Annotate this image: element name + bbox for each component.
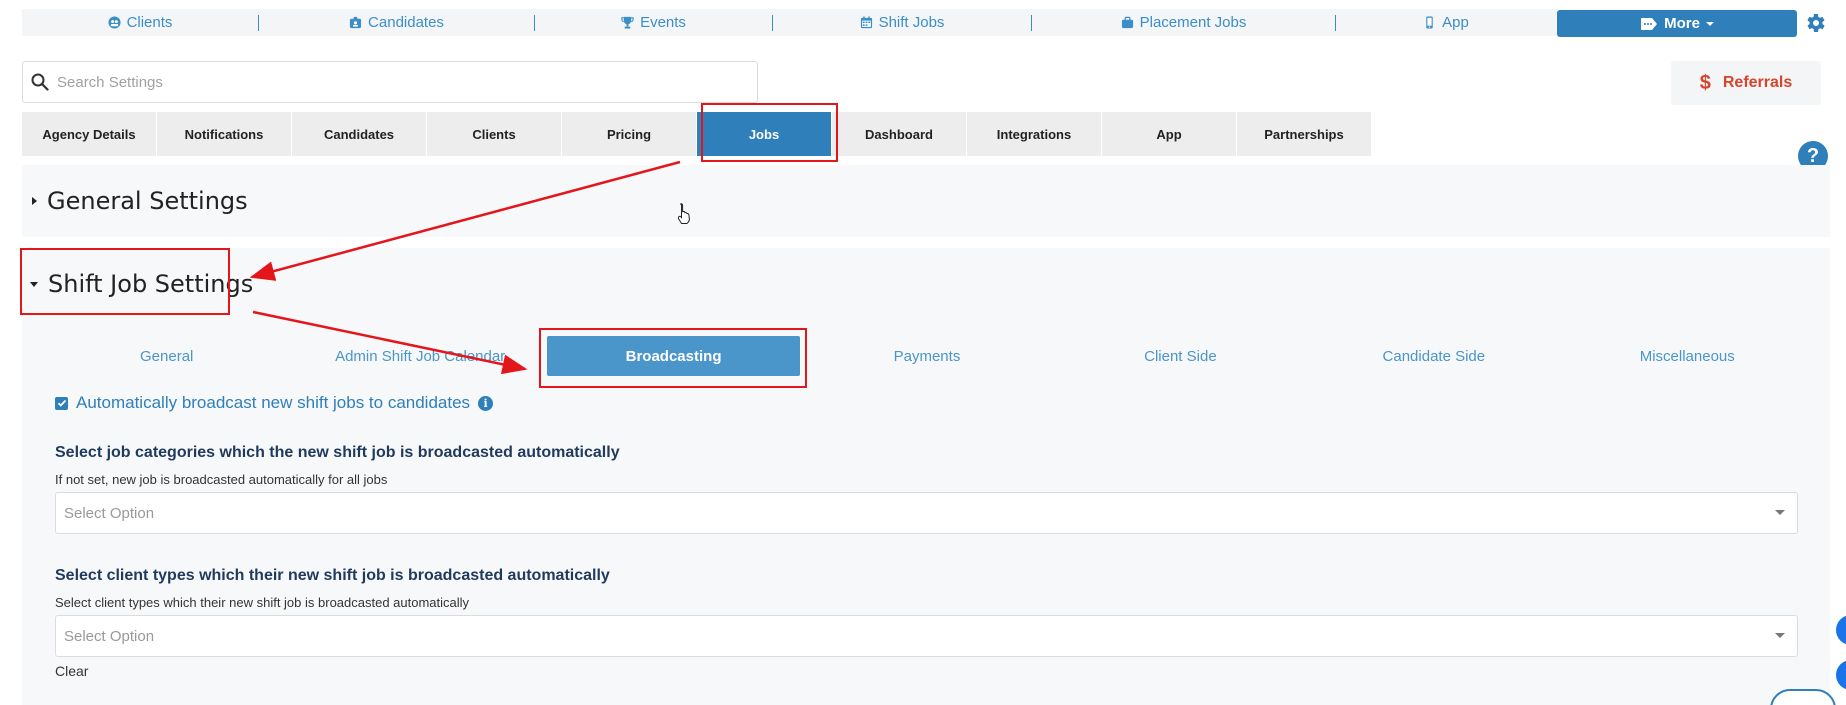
nav-candidates-label: Candidates [368,14,444,31]
subtab-general[interactable]: General [40,348,293,365]
auto-broadcast-checkbox[interactable] [55,396,68,410]
tab-dashboard[interactable]: Dashboard [832,112,967,156]
nav-clients[interactable]: Clients [22,9,258,36]
mobile-icon [1426,16,1433,29]
search-box [22,61,758,103]
nav-app[interactable]: App [1336,9,1556,36]
annotation-highlight-broadcasting [539,328,807,388]
chevron-down-icon [1705,21,1714,26]
general-settings-header[interactable]: General Settings [32,187,248,215]
referrals-label: Referrals [1722,74,1793,91]
nav-placement-jobs-label: Placement Jobs [1139,14,1247,31]
chat-widget-button[interactable] [1770,689,1836,705]
auto-broadcast-row: Automatically broadcast new shift jobs t… [55,393,494,413]
clear-link[interactable]: Clear [55,663,88,679]
nav-app-label: App [1442,14,1469,31]
referrals-button[interactable]: $ Referrals [1671,61,1821,105]
tab-partnerships[interactable]: Partnerships [1237,112,1372,156]
general-settings-title: General Settings [47,187,248,215]
floating-widget-button[interactable] [1836,660,1846,690]
nav-shift-jobs-label: Shift Jobs [878,14,945,31]
tab-pricing[interactable]: Pricing [562,112,697,156]
shift-job-subtabs: General Admin Shift Job Calendar Broadca… [40,336,1814,376]
tab-integrations[interactable]: Integrations [967,112,1102,156]
tab-clients[interactable]: Clients [427,112,562,156]
calendar-icon [860,16,872,29]
nav-events-label: Events [640,14,686,31]
job-categories-hint: If not set, new job is broadcasted autom… [55,472,388,487]
subtab-client-side[interactable]: Client Side [1054,348,1307,365]
top-nav: Clients Candidates Events Shift Jobs Pla… [22,9,1558,36]
more-button[interactable]: More [1557,10,1797,37]
tab-app[interactable]: App [1102,112,1237,156]
subtab-candidate-side[interactable]: Candidate Side [1307,348,1560,365]
clients-icon [108,16,121,29]
search-input[interactable] [57,73,737,91]
nav-events[interactable]: Events [535,9,772,36]
tab-notifications[interactable]: Notifications [157,112,292,156]
client-types-hint: Select client types which their new shif… [55,595,470,610]
tag-icon [1641,17,1658,30]
annotation-highlight-shift-job-settings [20,248,230,315]
subtab-payments[interactable]: Payments [800,348,1053,365]
job-categories-label: Select job categories which the new shif… [55,444,620,461]
gear-icon[interactable] [1803,11,1827,35]
dollar-icon: $ [1699,71,1711,94]
nav-placement-jobs[interactable]: Placement Jobs [1032,9,1335,36]
search-icon [31,73,49,91]
subtab-miscellaneous[interactable]: Miscellaneous [1561,348,1814,365]
dropdown-arrow-icon [1775,633,1785,638]
auto-broadcast-label[interactable]: Automatically broadcast new shift jobs t… [76,393,470,413]
more-button-label: More [1664,15,1700,32]
info-icon[interactable]: i [478,395,494,411]
floating-widget-button[interactable] [1836,615,1846,645]
nav-shift-jobs[interactable]: Shift Jobs [773,9,1031,36]
subtab-admin-shift-job-calendar[interactable]: Admin Shift Job Calendar [293,348,546,365]
checkmark-icon [57,399,66,407]
client-types-label: Select client types which their new shif… [55,567,610,584]
dropdown-arrow-icon [1775,510,1785,515]
candidates-icon [349,16,362,29]
tab-candidates[interactable]: Candidates [292,112,427,156]
settings-tabs: Agency Details Notifications Candidates … [22,112,1372,156]
trophy-icon [621,16,634,29]
settings-page: Clients Candidates Events Shift Jobs Pla… [0,0,1846,705]
client-types-placeholder: Select Option [64,627,155,645]
annotation-highlight-jobs-tab [701,103,838,162]
general-settings-section [22,165,1830,237]
nav-clients-label: Clients [126,14,173,31]
briefcase-icon [1121,16,1133,29]
job-categories-select[interactable]: Select Option [55,492,1798,534]
nav-candidates[interactable]: Candidates [259,9,534,36]
client-types-select[interactable]: Select Option [55,615,1798,657]
job-categories-placeholder: Select Option [64,504,155,522]
caret-right-icon [32,197,37,205]
tab-agency-details[interactable]: Agency Details [22,112,157,156]
